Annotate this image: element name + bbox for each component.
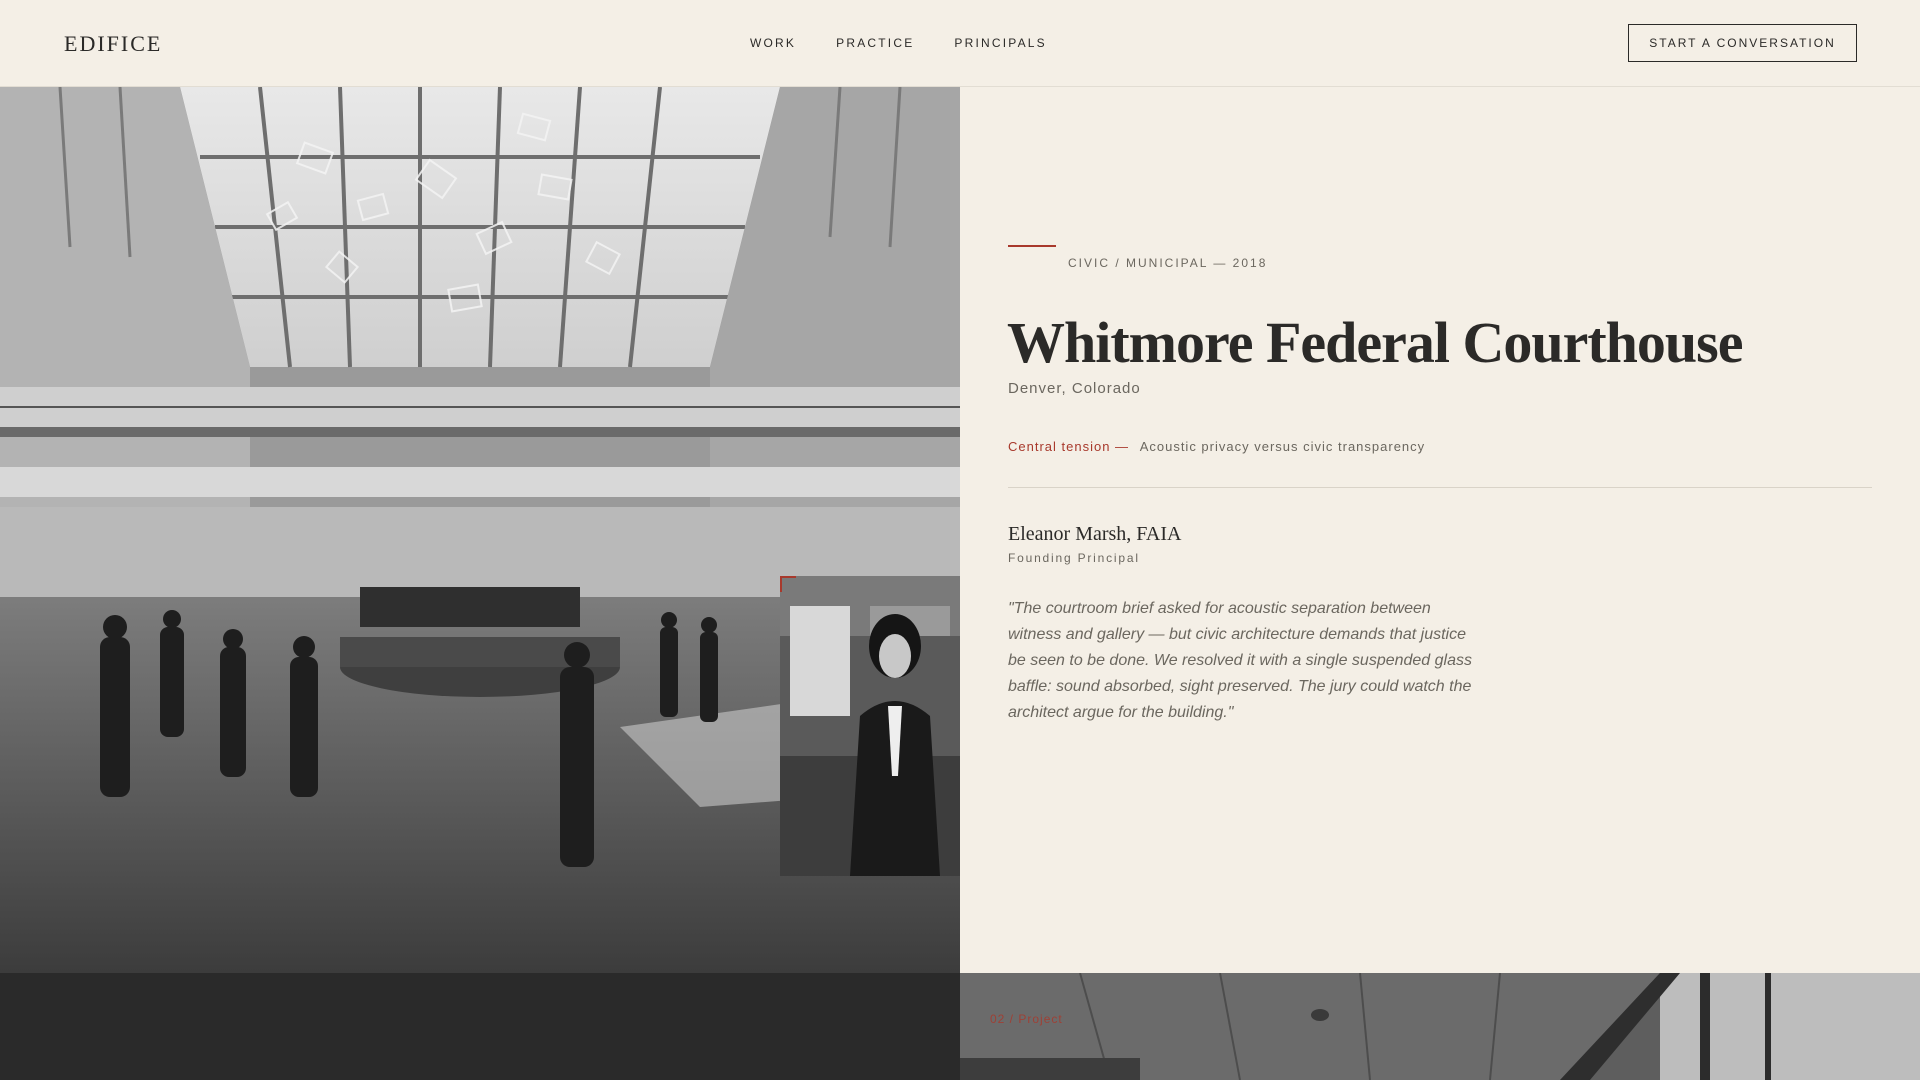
start-conversation-button[interactable]: START A CONVERSATION (1628, 24, 1857, 62)
portrait-corner-accent (780, 576, 796, 592)
tension-text: Acoustic privacy versus civic transparen… (1139, 439, 1426, 454)
principal-role: Founding Principal (1008, 551, 1140, 565)
principal-portrait (780, 576, 960, 876)
project-details: CIVIC / MUNICIPAL — 2018 Whitmore Federa… (960, 87, 1920, 973)
next-project-image (960, 973, 1920, 1080)
tension-label: Central tension — (1008, 439, 1130, 454)
nav-link-practice[interactable]: PRACTICE (836, 36, 914, 50)
accent-rule (1008, 245, 1056, 247)
central-tension: Central tension — Acoustic privacy versu… (1008, 439, 1425, 454)
principal-name: Eleanor Marsh, FAIA (1008, 523, 1182, 545)
principal-quote: "The courtroom brief asked for acoustic … (1008, 600, 1472, 721)
project-location: Denver, Colorado (1008, 380, 1141, 397)
nav-link-work[interactable]: WORK (750, 36, 796, 50)
project-category: CIVIC / MUNICIPAL — 2018 (1068, 256, 1268, 270)
site-header: EDIFICE WORK PRACTICE PRINCIPALS START A… (0, 0, 1920, 87)
section-divider (1008, 487, 1872, 488)
project-title: Whitmore Federal Courthouse (1007, 310, 1743, 375)
main-nav: WORK PRACTICE PRINCIPALS (750, 36, 1047, 50)
next-section-dark-band (0, 973, 960, 1080)
next-project-label[interactable]: 02 / Project (990, 1012, 1063, 1026)
logo[interactable]: EDIFICE (64, 31, 162, 57)
nav-link-principals[interactable]: PRINCIPALS (954, 36, 1046, 50)
